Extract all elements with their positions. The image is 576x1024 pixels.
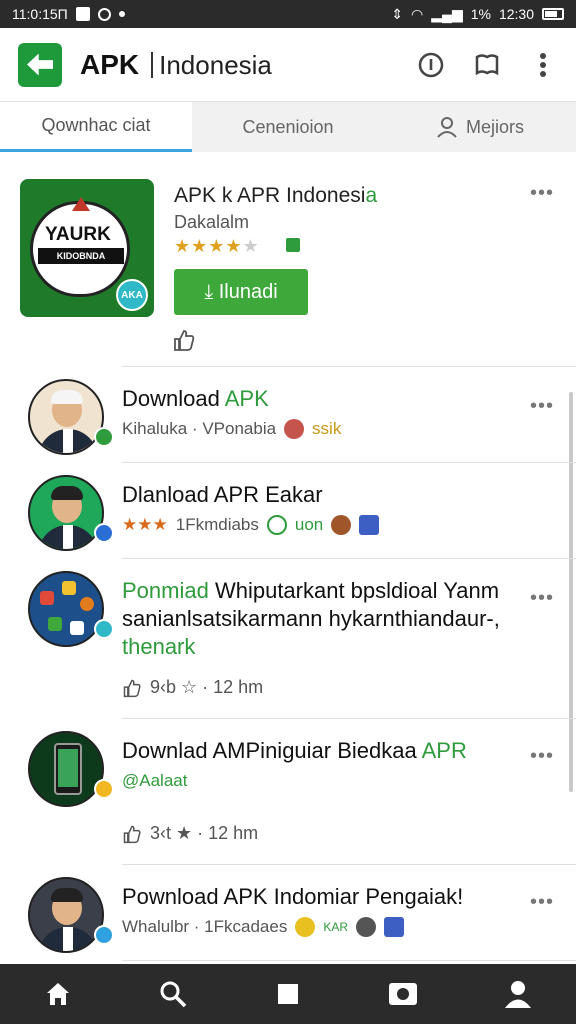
item-more-icon[interactable]: ••• [530,891,554,914]
wifi-icon: ◠ [411,5,424,22]
list-item[interactable]: Downlad AMPiniguiar Biedkaa APR @Aalaat … [28,719,576,865]
app-bar: APK Indonesia [0,28,576,102]
search-icon[interactable] [151,972,195,1016]
avatar [28,379,104,455]
flag-icon [384,917,405,937]
battery-icon [542,8,564,20]
download-icon: ⤓ [204,280,219,303]
app-icon [28,731,104,807]
thumbs-up-icon [123,825,141,843]
square-icon[interactable] [266,972,310,1016]
featured-app-card[interactable]: YAURK KIDOBNDA AKA APK k APR Indonesia D… [20,152,576,367]
vibrate-icon: ⇕ [391,5,404,22]
person-icon [437,117,457,138]
app-list[interactable]: YAURK KIDOBNDA AKA APK k APR Indonesia D… [0,152,576,964]
status-clock: 12:30 [498,6,534,22]
bottom-navigation [0,964,576,1024]
list-item[interactable]: Ponmiad Whiputarkant bpsldioal Yanm sani… [28,559,576,719]
avatar-chip-icon [295,917,316,937]
item-more-icon[interactable]: ••• [530,587,554,610]
app-title: Indonesia [151,51,272,78]
overflow-menu-icon[interactable] [528,50,558,80]
leaf-icon [266,515,287,535]
tab-download[interactable]: Qownhac ciat [0,102,192,152]
person-icon[interactable] [496,972,540,1016]
tab-category[interactable]: Cenenioion [192,102,384,152]
battery-percent: 1% [470,6,491,22]
tab-members[interactable]: Mejiors [384,102,576,152]
dot-icon [118,11,125,17]
item-more-icon[interactable]: ••• [530,745,554,768]
tab-bar: Qownhac ciat Cenenioion Mejiors [0,102,576,152]
verified-badge-icon [94,523,114,543]
rating-stars: ★★★★★ [174,236,260,256]
featured-developer: Dakalalm [174,212,250,232]
featured-title: APK k APR Indonesia [174,184,378,207]
install-button[interactable]: ⤓ Ilunadi [174,269,308,315]
photo-icon[interactable] [381,972,425,1016]
status-bar: 11:0:15П ⇕ ◠ ▂▄▆ 1% 12:30 [0,0,576,28]
status-time: 11:0:15П [12,6,68,22]
thumbs-up-icon [123,679,141,697]
bookmark-icon[interactable] [472,50,502,80]
notification-icon [75,7,90,21]
thumbs-up-icon[interactable] [172,328,196,357]
verified-badge-icon [94,925,114,945]
signal-icon: ▂▄▆ [431,5,463,22]
item-more-icon[interactable]: ••• [530,395,554,418]
info-icon[interactable] [416,50,446,80]
list-item[interactable]: Pownload APK Indomiar Pengaiak! Whalulbr… [28,865,576,961]
avatar [28,475,104,551]
home-icon[interactable] [36,972,80,1016]
featured-app-icon[interactable]: YAURK KIDOBNDA AKA [20,179,154,317]
verified-badge-icon [94,619,114,639]
coin-badge-icon [94,779,114,799]
avatar-chip-icon [331,515,352,535]
verified-badge-icon [94,427,114,447]
flag-icon [359,515,380,535]
avatar [28,877,104,953]
verified-icon [286,238,300,252]
app-icon [28,571,104,647]
sync-icon [97,7,111,21]
avatar-chip-icon [356,917,377,937]
list-item[interactable]: Download APK Kihaluka · VPonabia ssik ••… [28,367,576,463]
rating-stars: ★★★ [122,515,168,534]
list-item[interactable]: Dlanload APR Eakar ★★★ 1Fkmdiabs uon [28,463,576,559]
featured-more-icon[interactable]: ••• [530,182,554,205]
brand-name: APK [80,48,140,80]
avatar-chip-icon [284,419,305,439]
app-logo[interactable] [18,42,62,87]
